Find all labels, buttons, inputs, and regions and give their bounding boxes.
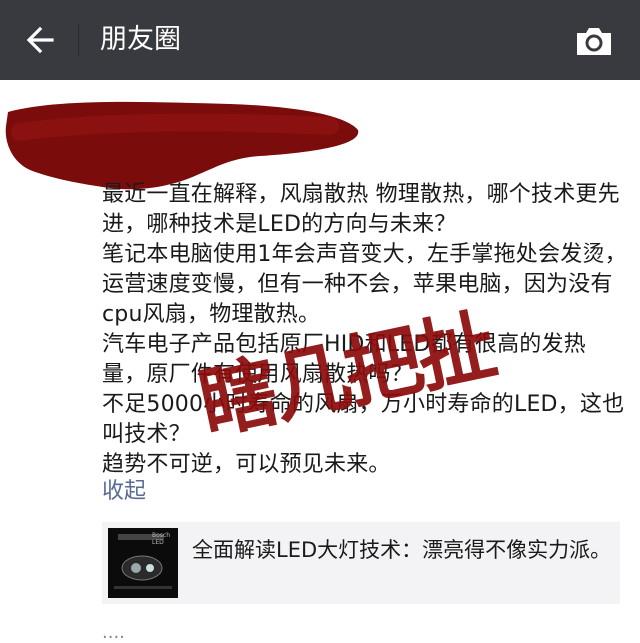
thumbnail-caption: Bosch LED [152,532,171,546]
link-thumbnail: Bosch LED [108,528,178,598]
top-navigation-bar: 朋友圈 [0,0,640,80]
back-arrow-icon[interactable] [22,22,58,58]
header-divider [78,24,79,56]
page-title: 朋友圈 [100,24,181,55]
camera-icon[interactable] [574,24,614,58]
link-card-title: 全面解读LED大灯技术：漂亮得不像实力派。 [192,538,612,562]
post-paragraph: 最近一直在解释，风扇散热 物理散热，哪个技术更先进，哪种技术是LED的方向与未来… [102,182,620,237]
shared-link-card[interactable]: Bosch LED 全面解读LED大灯技术：漂亮得不像实力派。 [102,522,620,604]
collapse-link[interactable]: 收起 [102,478,146,506]
post-paragraph: 趋势不可逆，可以预见未来。 [102,452,391,477]
partial-footer-text: .... [102,622,125,643]
